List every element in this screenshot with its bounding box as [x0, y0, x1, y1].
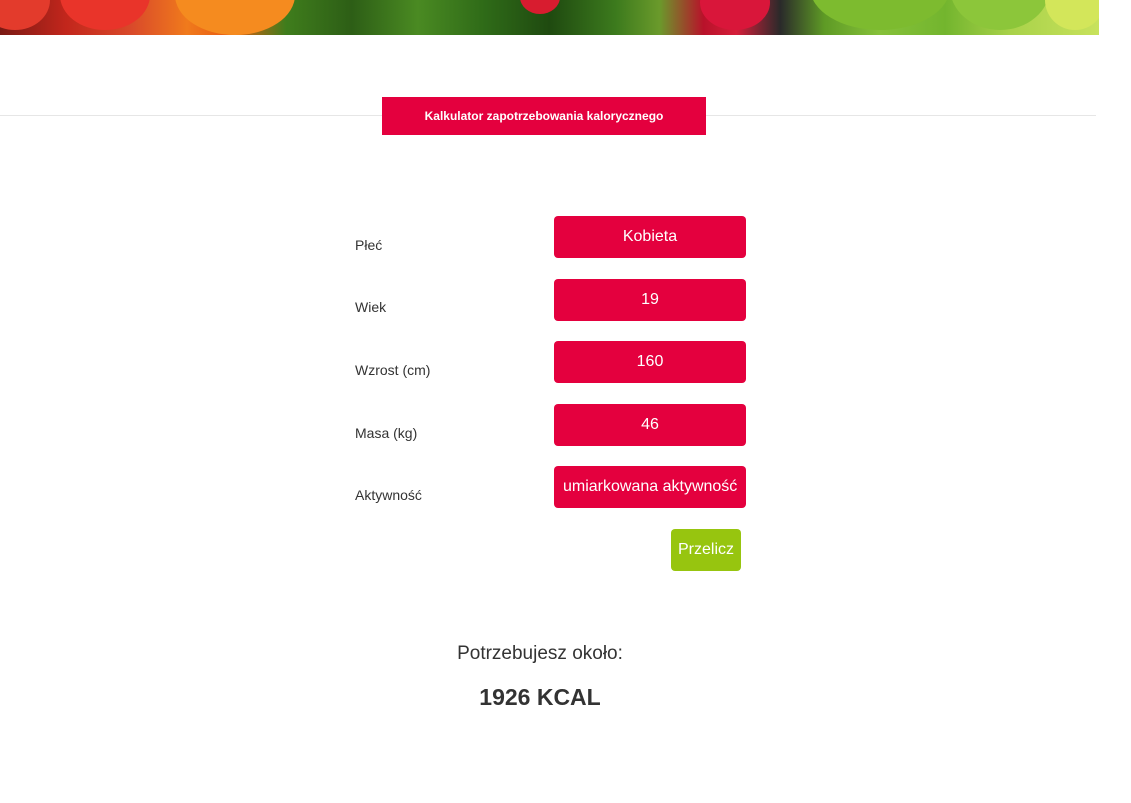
green-apple-shape	[810, 0, 950, 30]
calculate-button[interactable]: Przelicz	[671, 529, 741, 571]
gender-label: Płeć	[355, 237, 383, 253]
grapefruit-shape	[60, 0, 150, 30]
height-input[interactable]: 160	[554, 341, 746, 383]
grapefruit-shape	[0, 0, 50, 30]
calorie-calculator-page: Kalkulator zapotrzebowania kalorycznego …	[0, 0, 1131, 803]
lemon-shape	[1045, 0, 1099, 30]
age-input[interactable]: 19	[554, 279, 746, 321]
result-value: 1926 KCAL	[479, 684, 601, 710]
green-apple-shape	[950, 0, 1050, 30]
height-label: Wzrost (cm)	[355, 362, 431, 378]
activity-select[interactable]: umiarkowana aktywność	[554, 466, 746, 508]
result-caption: Potrzebujesz około:	[457, 643, 623, 664]
calculator-title: Kalkulator zapotrzebowania kalorycznego	[382, 97, 706, 135]
age-label: Wiek	[355, 299, 387, 315]
radish-shape	[700, 0, 770, 30]
gender-select[interactable]: Kobieta	[554, 216, 746, 258]
activity-label: Aktywność	[355, 487, 422, 503]
weight-label: Masa (kg)	[355, 425, 418, 441]
fruit-vegetable-banner-image	[0, 0, 1099, 35]
radish-shape	[520, 0, 560, 14]
weight-input[interactable]: 46	[554, 404, 746, 446]
orange-shape	[175, 0, 295, 35]
